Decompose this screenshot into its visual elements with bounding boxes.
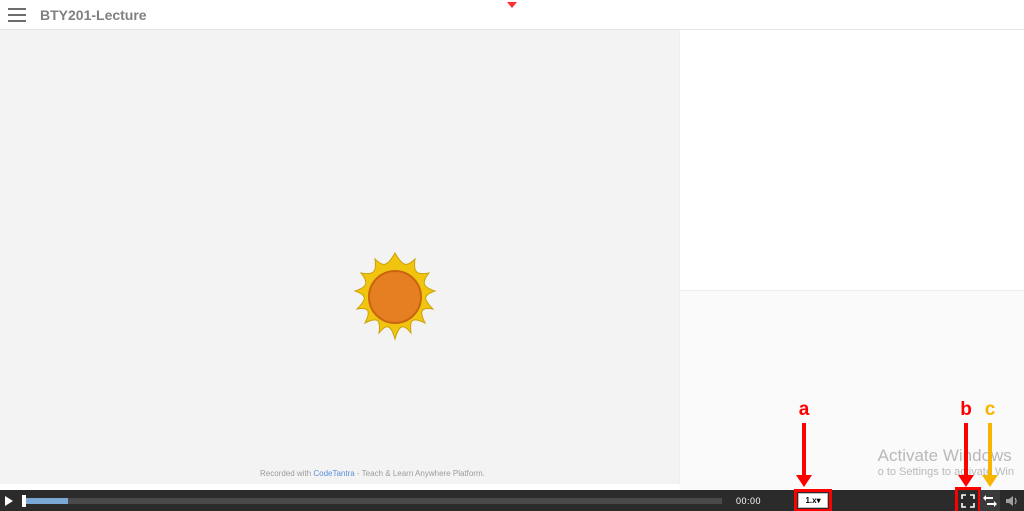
fullscreen-button[interactable] (958, 490, 978, 511)
content-area: Recorded with CodeTantra - Teach & Learn… (0, 30, 1024, 490)
side-pane-upper (680, 30, 1024, 290)
playback-speed-selector[interactable]: 1.x▾ (798, 493, 828, 508)
play-button[interactable] (0, 490, 18, 511)
progress-thumb[interactable] (22, 495, 26, 507)
video-pane: Recorded with CodeTantra - Teach & Learn… (0, 30, 680, 484)
speed-control-highlight: 1.x▾ (797, 492, 829, 509)
page-title: BTY201-Lecture (40, 7, 147, 23)
hamburger-menu-icon[interactable] (8, 8, 26, 22)
dropdown-caret-icon[interactable] (507, 2, 517, 8)
recorded-with-label: Recorded with CodeTantra - Teach & Learn… (260, 469, 485, 478)
recorded-suffix: - Teach & Learn Anywhere Platform. (355, 469, 485, 478)
right-controls-cluster (958, 490, 1022, 511)
progress-bar[interactable] (22, 498, 722, 504)
side-pane-lower: Activate Windows o to Settings to activa… (680, 290, 1024, 490)
swap-layout-button[interactable] (980, 490, 1000, 511)
watermark-line2: o to Settings to activate Win (878, 466, 1014, 478)
video-control-bar: 00:00 1.x▾ (0, 490, 1024, 511)
recorded-prefix: Recorded with (260, 469, 313, 478)
windows-activation-watermark: Activate Windows o to Settings to activa… (878, 446, 1014, 478)
header-bar: BTY201-Lecture (0, 0, 1024, 30)
progress-buffered (22, 498, 68, 504)
volume-icon[interactable] (1002, 490, 1022, 511)
sun-illustration (335, 245, 455, 365)
time-display: 00:00 (736, 496, 761, 506)
watermark-line1: Activate Windows (878, 446, 1014, 466)
recorded-brand: CodeTantra (313, 469, 354, 478)
